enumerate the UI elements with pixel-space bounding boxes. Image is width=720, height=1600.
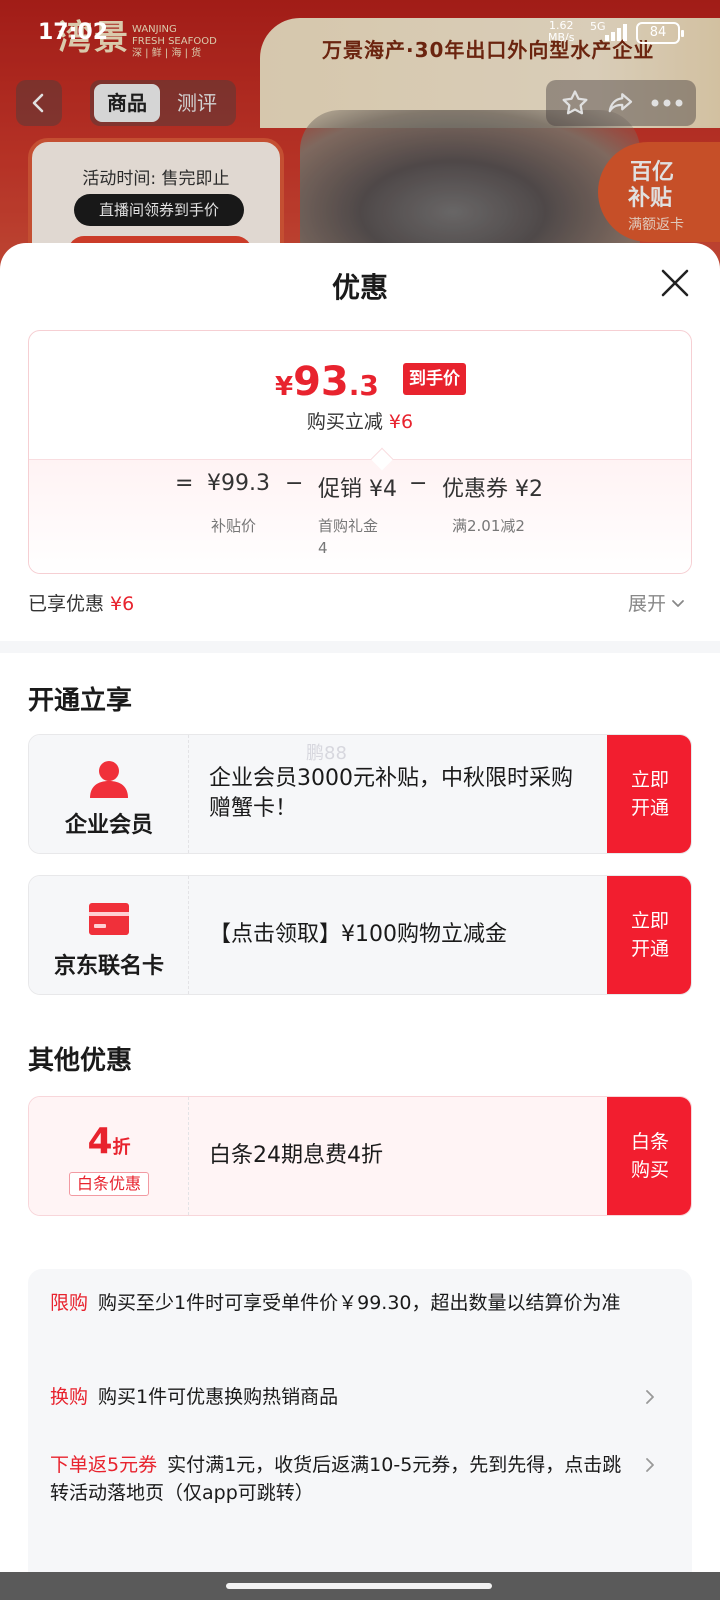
formula-promo-caption: 首购礼金 4 xyxy=(318,517,379,557)
sheet-title: 优惠 xyxy=(331,271,388,304)
offer-text: 企业会员3000元补贴，中秋限时采购赠蟹卡！ xyxy=(189,735,607,853)
close-icon xyxy=(661,269,689,297)
promotion-rules: 限购 购买至少1件时可享受单件价￥99.30，超出数量以结算价为准 换购 购买1件可… xyxy=(28,1269,692,1600)
home-indicator[interactable] xyxy=(226,1583,492,1589)
rule-cashback-coupon[interactable]: 下单返5元券 实付满1元，收货后返满10-5元券，先到先得，点击跳转活动落地页（仅… xyxy=(50,1451,630,1507)
offer-enterprise-member[interactable]: 企业会员 企业会员3000元补贴，中秋限时采购赠蟹卡！ 立即 开通 xyxy=(28,734,692,854)
formula-base-price: ¥99.3 xyxy=(207,471,270,496)
chevron-right-icon[interactable] xyxy=(640,1387,660,1407)
formula-minus-2: − xyxy=(409,471,428,496)
formula-promo: 促销 ¥4 xyxy=(318,477,397,502)
offer-left-panel: 企业会员 xyxy=(29,735,189,853)
offer-baitiao[interactable]: 4折 白条优惠 白条24期息费4折 白条 购买 xyxy=(28,1096,692,1216)
final-price-tag: 到手价 xyxy=(403,363,466,395)
formula-base-caption: 补贴价 xyxy=(211,517,257,535)
close-button[interactable] xyxy=(655,263,695,303)
saving-text: 购买立减 ¥6 xyxy=(306,411,414,433)
watermark: 鹏88 xyxy=(306,743,347,764)
offer-name: 京东联名卡 xyxy=(53,954,164,979)
rule-limit: 限购 购买至少1件时可享受单件价￥99.30，超出数量以结算价为准 xyxy=(50,1292,621,1314)
person-icon xyxy=(90,761,128,798)
other-section-title: 其他优惠 xyxy=(28,1046,133,1076)
battery-indicator: 84 xyxy=(636,22,684,44)
enjoyed-discount: 已享优惠 ¥6 xyxy=(28,593,135,615)
chevron-down-icon xyxy=(672,599,684,607)
discount-sheet: 优惠 ¥93.3 到手价 购买立减 ¥6 = ¥99.3 补贴价 − 促销 ¥4 … xyxy=(0,243,720,1600)
status-bar: 17:02 1.62 MB/s 5G 84 xyxy=(0,0,720,64)
offer-left-panel: 京东联名卡 xyxy=(29,876,189,994)
navigation-bar xyxy=(0,1572,720,1600)
formula-equals: = xyxy=(175,471,194,496)
signal-icon xyxy=(605,24,627,41)
section-divider xyxy=(0,641,720,653)
final-price: ¥93.3 xyxy=(275,359,379,405)
status-time: 17:02 xyxy=(38,20,109,45)
offer-left-panel: 4折 白条优惠 xyxy=(29,1097,189,1215)
baitiao-buy-button[interactable]: 白条 购买 xyxy=(607,1097,691,1215)
open-now-button[interactable]: 立即 开通 xyxy=(607,735,691,853)
network-speed: 1.62 MB/s xyxy=(548,19,575,44)
offer-jd-cobrand-card[interactable]: 京东联名卡 【点击领取】¥100购物立减金 立即 开通 xyxy=(28,875,692,995)
offer-name: 企业会员 xyxy=(64,813,153,838)
chevron-right-icon[interactable] xyxy=(640,1455,660,1475)
offer-text: 白条24期息费4折 xyxy=(189,1097,607,1215)
offer-text: 【点击领取】¥100购物立减金 xyxy=(189,876,607,994)
rule-exchange[interactable]: 换购 购买1件可优惠换购热销商品 xyxy=(50,1383,630,1411)
formula-coupon-caption: 满2.01减2 xyxy=(452,517,525,535)
price-breakdown-card: ¥93.3 到手价 购买立减 ¥6 = ¥99.3 补贴价 − 促销 ¥4 首购礼… xyxy=(28,330,692,574)
baitiao-label: 白条优惠 xyxy=(69,1172,149,1196)
discount-value: 4折 xyxy=(87,1121,131,1162)
open-section-title: 开通立享 xyxy=(28,686,133,716)
formula-minus-1: − xyxy=(285,471,304,496)
formula-coupon: 优惠券 ¥2 xyxy=(442,477,543,502)
card-icon xyxy=(89,903,129,935)
expand-button[interactable]: 展开 xyxy=(628,589,686,616)
open-now-button[interactable]: 立即 开通 xyxy=(607,876,691,994)
